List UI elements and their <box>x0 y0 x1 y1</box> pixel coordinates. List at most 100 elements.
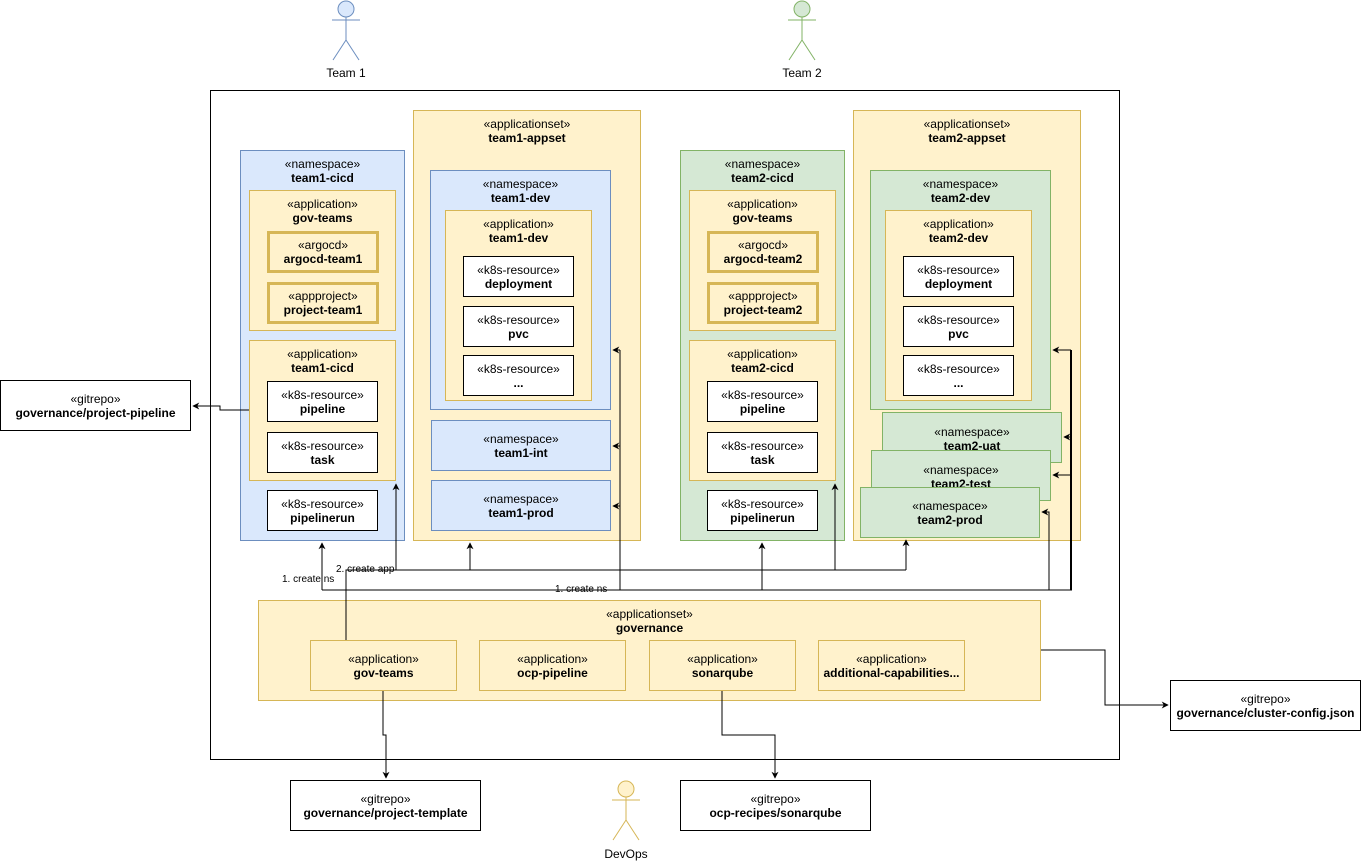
argocd-team1[interactable]: «argocd» argocd-team1 <box>267 231 379 273</box>
stereotype: «k8s-resource» <box>281 387 364 402</box>
stereotype: «gitrepo» <box>750 791 801 806</box>
gitrepo-project-template[interactable]: «gitrepo» governance/project-template <box>290 780 481 831</box>
name: pipeline <box>739 401 786 416</box>
argocd-team2[interactable]: «argocd» argocd-team2 <box>707 231 819 273</box>
name: project-team1 <box>283 303 363 317</box>
stereotype: «k8s-resource» <box>281 496 364 511</box>
edge-label-create-app: 2. create app <box>336 564 395 575</box>
name: gov-teams <box>292 211 353 225</box>
stereotype: «k8s-resource» <box>477 312 560 327</box>
name: ocp-pipeline <box>517 665 588 680</box>
name: team2-appset <box>928 131 1006 145</box>
name: team2-dev <box>928 231 989 245</box>
person-icon <box>332 0 360 61</box>
name: task <box>750 452 775 467</box>
name: governance/project-pipeline <box>15 405 176 420</box>
stereotype: «namespace» <box>934 425 1010 439</box>
name: team1-dev <box>488 231 549 245</box>
appproject-team2[interactable]: «appproject» project-team2 <box>707 282 819 324</box>
stereotype: «applicationset» <box>923 117 1011 131</box>
stereotype: «applicationset» <box>606 607 693 621</box>
name: gov-teams <box>353 665 414 680</box>
stereotype: «k8s-resource» <box>917 312 1000 327</box>
gitrepo-cluster-config[interactable]: «gitrepo» governance/cluster-config.json <box>1170 680 1361 731</box>
stereotype: «application» <box>348 651 419 666</box>
namespace-team2-prod[interactable]: «namespace» team2-prod <box>860 487 1040 538</box>
k8s-resource-pipeline[interactable]: «k8s-resource» pipeline <box>267 381 378 422</box>
k8s-resource-pvc[interactable]: «k8s-resource» pvc <box>463 306 574 347</box>
stereotype: «k8s-resource» <box>281 438 364 453</box>
name: additional-capabilities... <box>823 665 960 680</box>
name: team2-cicd <box>731 171 794 185</box>
name: team1-cicd <box>291 171 354 185</box>
k8s-resource-deployment[interactable]: «k8s-resource» deployment <box>903 256 1014 297</box>
stereotype: «k8s-resource» <box>917 262 1000 277</box>
k8s-resource-pipelinerun[interactable]: «k8s-resource» pipelinerun <box>707 490 818 531</box>
stereotype: «gitrepo» <box>1240 691 1291 706</box>
stereotype: «namespace» <box>483 431 559 446</box>
stereotype: «k8s-resource» <box>721 438 804 453</box>
appproject-team1[interactable]: «appproject» project-team1 <box>267 282 379 324</box>
application-gov-teams[interactable]: «application» gov-teams <box>310 640 457 691</box>
stereotype: «appproject» <box>288 289 358 303</box>
k8s-resource-task[interactable]: «k8s-resource» task <box>267 432 378 473</box>
k8s-resource-task[interactable]: «k8s-resource» task <box>707 432 818 473</box>
person-icon <box>788 0 816 61</box>
name: task <box>310 452 335 467</box>
name: argocd-team2 <box>723 252 803 266</box>
name: ... <box>513 375 524 390</box>
k8s-resource-pvc[interactable]: «k8s-resource» pvc <box>903 306 1014 347</box>
stereotype: «application» <box>517 651 588 666</box>
stereotype: «k8s-resource» <box>721 387 804 402</box>
stereotype: «namespace» <box>483 491 559 506</box>
k8s-resource-deployment[interactable]: «k8s-resource» deployment <box>463 256 574 297</box>
stereotype: «application» <box>287 347 358 361</box>
name: gov-teams <box>732 211 793 225</box>
stereotype: «namespace» <box>922 177 999 191</box>
k8s-resource-more[interactable]: «k8s-resource» ... <box>903 355 1014 396</box>
stereotype: «namespace» <box>923 463 999 477</box>
gitrepo-project-pipeline[interactable]: «gitrepo» governance/project-pipeline <box>0 380 191 431</box>
application-sonarqube[interactable]: «application» sonarqube <box>649 640 796 691</box>
name: team2-prod <box>917 512 983 527</box>
stereotype: «argocd» <box>297 238 349 252</box>
stereotype: «gitrepo» <box>360 791 411 806</box>
application-ocp-pipeline[interactable]: «application» ocp-pipeline <box>479 640 626 691</box>
k8s-resource-more[interactable]: «k8s-resource» ... <box>463 355 574 396</box>
name: deployment <box>924 276 993 291</box>
name: pvc <box>508 326 529 341</box>
name: sonarqube <box>691 665 754 680</box>
name: ... <box>953 375 964 390</box>
name: team2-cicd <box>731 361 794 375</box>
name: governance <box>615 621 684 635</box>
name: team2-dev <box>930 191 991 205</box>
namespace-team1-prod[interactable]: «namespace» team1-prod <box>431 480 611 531</box>
stereotype: «namespace» <box>284 157 361 171</box>
name: team1-prod <box>488 505 554 520</box>
stereotype: «gitrepo» <box>70 391 121 406</box>
k8s-resource-pipeline[interactable]: «k8s-resource» pipeline <box>707 381 818 422</box>
name: pvc <box>948 326 969 341</box>
stereotype: «namespace» <box>724 157 801 171</box>
actor-label: Team 1 <box>326 66 366 80</box>
application-additional-capabilities[interactable]: «application» additional-capabilities... <box>818 640 965 691</box>
edge-label-create-ns: 1. create ns <box>555 584 608 595</box>
stereotype: «application» <box>687 651 758 666</box>
namespace-team1-int[interactable]: «namespace» team1-int <box>431 420 611 471</box>
name: ocp-recipes/sonarqube <box>709 805 842 820</box>
person-icon <box>612 780 640 841</box>
name: pipelinerun <box>730 510 795 525</box>
stereotype: «k8s-resource» <box>477 361 560 376</box>
name: deployment <box>484 276 553 291</box>
name: pipeline <box>299 401 346 416</box>
name: governance/project-template <box>303 805 468 820</box>
actor-label: Team 2 <box>782 66 822 80</box>
gitrepo-sonarqube[interactable]: «gitrepo» ocp-recipes/sonarqube <box>680 780 871 831</box>
stereotype: «namespace» <box>482 177 559 191</box>
stereotype: «namespace» <box>912 498 988 513</box>
actor-team2: Team 2 <box>762 0 842 80</box>
k8s-resource-pipelinerun[interactable]: «k8s-resource» pipelinerun <box>267 490 378 531</box>
name: argocd-team1 <box>283 252 363 266</box>
name: pipelinerun <box>290 510 355 525</box>
stereotype: «k8s-resource» <box>721 496 804 511</box>
